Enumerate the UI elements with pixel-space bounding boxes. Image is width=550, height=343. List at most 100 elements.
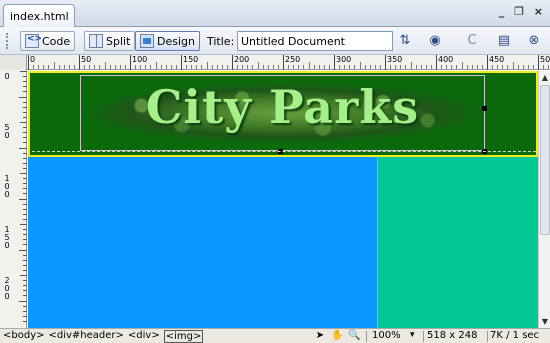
ruler-minor-tick (354, 65, 356, 69)
document-tab[interactable]: index.html (3, 4, 75, 27)
ruler-minor-tick (124, 65, 126, 69)
header-banner-image[interactable]: City Parks (80, 75, 485, 151)
tag-img-selected[interactable]: <img> (163, 330, 204, 343)
ruler-minor-tick (456, 65, 458, 69)
ruler-minor-tick (507, 65, 509, 69)
ruler-origin[interactable] (0, 55, 27, 70)
tag-selector: <body> <div#header> <div> <img> (3, 330, 204, 343)
split-view-button[interactable]: Split (84, 31, 136, 51)
ruler-minor-tick (145, 65, 147, 69)
ruler-minor-tick (170, 65, 172, 69)
ruler-minor-tick (19, 147, 27, 149)
view-options-icon[interactable]: ▤ (494, 32, 514, 50)
scroll-up-arrow-icon[interactable]: ▲ (540, 72, 550, 83)
document-title-input[interactable] (237, 31, 393, 51)
ruler-minor-tick (23, 269, 27, 271)
ruler-minor-tick (441, 65, 443, 69)
ruler-major-tick (20, 122, 27, 123)
code-view-label: Code (42, 34, 71, 48)
preview-in-browser-icon[interactable]: ◉ (425, 32, 445, 50)
design-view-button[interactable]: Design (135, 31, 200, 51)
ruler-minor-tick (23, 167, 27, 169)
ruler-minor-tick (390, 65, 392, 69)
ruler-minor-tick (23, 218, 27, 220)
visual-aids-icon[interactable]: ⊗ (524, 32, 544, 50)
ruler-minor-tick (23, 203, 27, 205)
header-div[interactable]: City Parks (28, 71, 538, 157)
resize-handle-right[interactable] (482, 106, 487, 111)
code-view-button[interactable]: Code (20, 31, 76, 51)
vertical-ruler[interactable]: 0 50 100 150 200 (0, 70, 27, 328)
ruler-minor-tick (84, 65, 86, 69)
ruler-minor-tick (23, 178, 27, 180)
ruler-minor-tick (165, 65, 167, 69)
ruler-minor-tick (451, 65, 453, 69)
ruler-minor-tick (532, 65, 534, 69)
ruler-minor-tick (252, 65, 254, 69)
ruler-minor-tick (339, 65, 341, 69)
ruler-minor-tick (63, 65, 65, 69)
horizontal-ruler[interactable]: 050100150200250300350400450500 (0, 55, 550, 70)
window-size-select[interactable]: 518 x 248 (427, 330, 477, 341)
ruler-minor-tick (308, 62, 310, 69)
ruler-minor-tick (99, 65, 101, 69)
ruler-minor-tick (23, 264, 27, 266)
ruler-minor-tick (23, 290, 27, 292)
ruler-major-tick (20, 71, 27, 72)
code-icon (25, 34, 42, 48)
window-controls[interactable]: _ ❐ × (499, 5, 546, 18)
tag-body[interactable]: <body> (3, 330, 45, 343)
sidebar-column[interactable] (377, 157, 538, 328)
zoom-chevron-down-icon[interactable]: ▾ (410, 330, 415, 340)
ruler-minor-tick (211, 65, 213, 69)
scrollbar-thumb[interactable] (540, 85, 550, 235)
ruler-minor-tick (226, 65, 228, 69)
toolbar-grip[interactable] (6, 33, 10, 49)
zoom-level-select[interactable]: 100% (372, 330, 401, 341)
tag-div[interactable]: <div> (128, 330, 160, 343)
ruler-minor-tick (272, 65, 274, 69)
ruler-minor-tick (19, 249, 27, 251)
tag-div-header[interactable]: <div#header> (49, 330, 124, 343)
ruler-minor-tick (23, 239, 27, 241)
ruler-minor-tick (288, 65, 290, 69)
ruler-minor-tick (262, 65, 264, 69)
ruler-minor-tick (109, 65, 111, 69)
split-view-label: Split (106, 34, 131, 48)
ruler-label: 200 (4, 276, 10, 301)
ruler-minor-tick (68, 65, 70, 69)
ruler-minor-tick (369, 65, 371, 69)
design-icon (140, 34, 154, 48)
ruler-minor-tick (543, 65, 545, 69)
ruler-minor-tick (23, 315, 27, 317)
ruler-minor-tick (517, 65, 519, 69)
file-management-icon[interactable]: ⇅ (395, 32, 415, 50)
main-content-column[interactable] (28, 157, 377, 328)
status-separator (423, 331, 424, 342)
hand-tool-icon[interactable]: ✋ (331, 330, 343, 341)
ruler-minor-tick (23, 229, 27, 231)
ruler-minor-tick (23, 132, 27, 134)
ruler-minor-tick (33, 65, 35, 69)
ruler-minor-tick (359, 62, 361, 69)
ruler-minor-tick (430, 65, 432, 69)
ruler-minor-tick (160, 65, 162, 69)
ruler-minor-tick (23, 142, 27, 144)
ruler-minor-tick (476, 65, 478, 69)
ruler-minor-tick (23, 285, 27, 287)
pointer-tool-icon[interactable]: ➤ (314, 330, 326, 341)
vertical-scrollbar[interactable]: ▲ ▼ (538, 71, 550, 328)
ruler-minor-tick (364, 65, 366, 69)
ruler-minor-tick (267, 65, 269, 69)
ruler-minor-tick (23, 127, 27, 129)
ruler-minor-tick (155, 62, 157, 69)
zoom-tool-icon[interactable]: 🔍 (348, 330, 360, 341)
design-canvas[interactable]: City Parks (28, 71, 538, 328)
title-label: Title: (207, 35, 235, 48)
ruler-minor-tick (237, 65, 239, 69)
ruler-minor-tick (23, 188, 27, 190)
refresh-icon[interactable]: C (462, 32, 482, 50)
ruler-minor-tick (481, 65, 483, 69)
ruler-minor-tick (19, 300, 27, 302)
scroll-down-arrow-icon[interactable]: ▼ (540, 316, 550, 327)
